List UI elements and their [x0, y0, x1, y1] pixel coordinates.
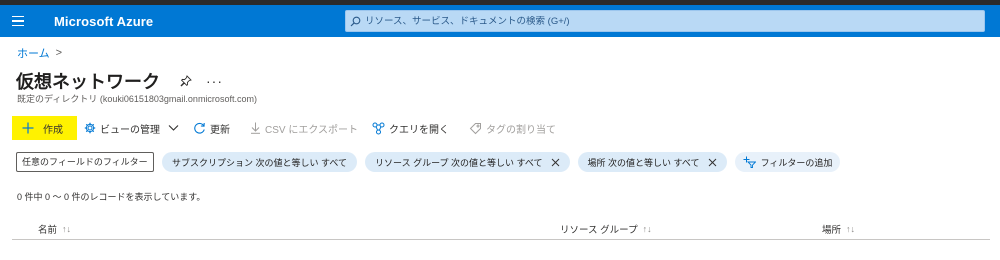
subscription-filter-label: サブスクリプション 次の値と等しい すべて: [172, 157, 348, 168]
export-csv-label: CSV にエクスポート: [265, 124, 359, 136]
top-navigation-bar: Microsoft Azure: [0, 5, 1000, 37]
chevron-down-icon: [168, 125, 179, 131]
create-button[interactable]: 作成: [12, 116, 77, 140]
query-icon: [372, 122, 385, 134]
field-filter-input[interactable]: [16, 152, 154, 172]
create-label: 作成: [43, 124, 63, 136]
record-count-text: 0 件中 0 ～ 0 件のレコードを表示しています。: [17, 192, 206, 202]
search-input[interactable]: [365, 15, 965, 27]
assign-tags-button[interactable]: タグの割り当て: [462, 116, 563, 140]
brand-title[interactable]: Microsoft Azure: [54, 14, 153, 29]
breadcrumb-separator: >: [55, 47, 63, 59]
breadcrumb: ホーム >: [17, 45, 62, 61]
location-filter-pill[interactable]: 場所 次の値と等しい すべて: [577, 152, 727, 172]
sort-icon: ↑↓: [846, 224, 856, 234]
pin-icon[interactable]: [180, 75, 192, 87]
tag-icon: [469, 122, 482, 134]
add-filter-button[interactable]: フィルターの追加: [734, 152, 841, 172]
refresh-label: 更新: [210, 124, 230, 136]
resource-group-filter-pill[interactable]: リソース グループ 次の値と等しい すべて: [365, 152, 570, 172]
refresh-icon: [194, 122, 205, 134]
manage-view-label: ビューの管理: [100, 124, 160, 136]
table-header-row: 名前 ↑↓ リソース グループ ↑↓ 場所 ↑↓: [12, 218, 990, 240]
column-name-label: 名前: [38, 225, 58, 236]
close-icon[interactable]: [551, 158, 560, 167]
sort-icon: ↑↓: [62, 224, 72, 234]
export-csv-button[interactable]: CSV にエクスポート: [243, 116, 365, 140]
resource-group-filter-label: リソース グループ 次の値と等しい すべて: [375, 157, 543, 168]
open-query-label: クエリを開く: [389, 124, 450, 136]
assign-tags-label: タグの割り当て: [486, 124, 557, 136]
plus-icon: [22, 122, 34, 134]
sort-icon: ↑↓: [642, 224, 652, 234]
more-options-icon[interactable]: ···: [206, 73, 223, 89]
hamburger-menu-icon[interactable]: [0, 5, 36, 37]
directory-subtitle: 既定のディレクトリ (kouki06151803gmail.onmicrosof…: [17, 94, 257, 104]
column-resource-group-label: リソース グループ: [560, 225, 638, 236]
column-header-resource-group[interactable]: リソース グループ ↑↓: [560, 222, 652, 236]
global-search-box[interactable]: [345, 10, 985, 32]
add-filter-icon: [743, 156, 756, 168]
page-header: 仮想ネットワーク ···: [16, 68, 223, 94]
close-icon[interactable]: [708, 158, 717, 167]
breadcrumb-home-link[interactable]: ホーム: [17, 45, 50, 61]
search-icon: [350, 16, 361, 26]
filter-bar: サブスクリプション 次の値と等しい すべて リソース グループ 次の値と等しい …: [16, 152, 841, 172]
open-query-button[interactable]: クエリを開く: [365, 116, 456, 140]
column-header-location[interactable]: 場所 ↑↓: [822, 222, 855, 236]
download-icon: [251, 122, 260, 134]
page-title: 仮想ネットワーク: [16, 72, 160, 92]
column-location-label: 場所: [822, 225, 842, 236]
manage-view-button[interactable]: ビューの管理: [77, 116, 186, 140]
column-header-name[interactable]: 名前 ↑↓: [38, 222, 71, 236]
command-bar: 作成 ビューの管理 更新 CSV にエクスポート クエリを開く タグの割り当て: [12, 116, 563, 140]
gear-icon: [84, 122, 96, 134]
refresh-button[interactable]: 更新: [186, 116, 237, 140]
subscription-filter-pill[interactable]: サブスクリプション 次の値と等しい すべて: [162, 152, 358, 172]
add-filter-label: フィルターの追加: [760, 157, 833, 168]
location-filter-label: 場所 次の値と等しい すべて: [587, 157, 700, 168]
